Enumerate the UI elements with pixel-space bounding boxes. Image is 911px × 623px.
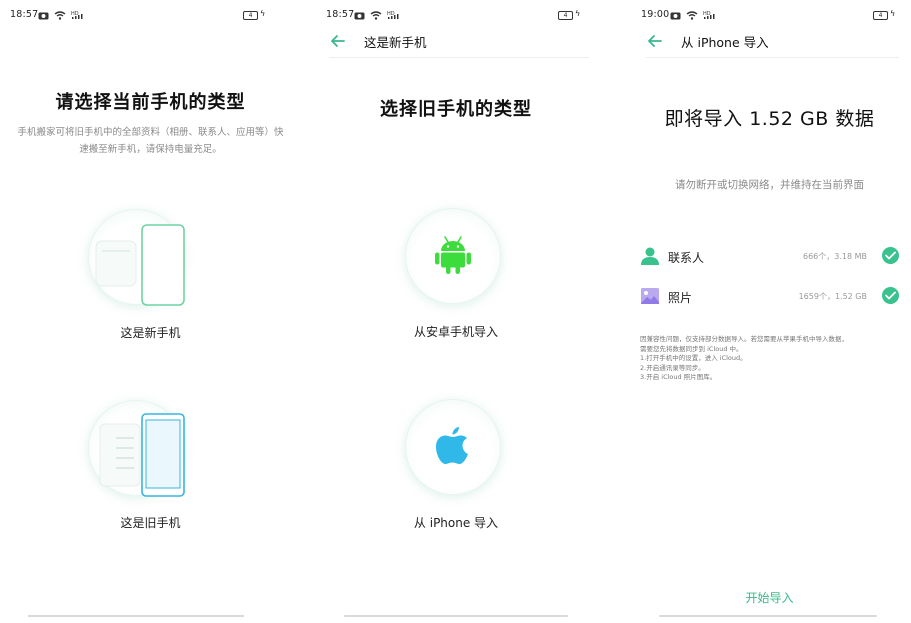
photos-icon xyxy=(641,288,659,304)
import-notes: 因兼容性问题，仅支持部分数据导入。若您需要从苹果手机中导入数据， 需要您先将数据… xyxy=(640,335,897,383)
page-description: 手机搬家可将旧手机中的全部资料（相册、联系人、应用等）快速搬至新手机，请保持电量… xyxy=(17,127,284,155)
app-bar-title: 从 iPhone 导入 xyxy=(681,35,769,50)
charging-icon: ϟ xyxy=(575,9,581,18)
network-hint: 请勿断开或切换网络，并维持在当前界面 xyxy=(675,179,864,191)
item-meta: 1659个，1.52 GB xyxy=(798,292,867,301)
svg-text:HD: HD xyxy=(703,11,711,17)
option-new-phone[interactable]: 这是新手机 xyxy=(0,205,301,345)
old-phone-icon xyxy=(99,413,185,497)
note-line: 2.开启通讯录等同步。 xyxy=(640,363,705,372)
app-bar: 从 iPhone 导入 xyxy=(628,30,911,56)
item-name: 照片 xyxy=(668,291,693,305)
check-icon[interactable] xyxy=(882,287,899,304)
page-title: 选择旧手机的类型 xyxy=(380,99,532,120)
back-arrow-icon[interactable] xyxy=(329,32,347,50)
svg-text:HD: HD xyxy=(71,11,79,17)
import-size-headline: 即将导入 1.52 GB 数据 xyxy=(664,108,875,130)
status-time: 18:57 xyxy=(10,9,39,20)
screen-select-old-phone-type: 18:57 HD 4 ϟ 这是新手机 选择旧手机的类型 从安卓手机导入 从 iP… xyxy=(311,0,601,623)
start-import-button[interactable]: 开始导入 xyxy=(628,589,911,606)
note-line: 3.开启 iCloud 照片图库。 xyxy=(640,373,717,381)
home-indicator[interactable] xyxy=(344,615,568,617)
status-bar: 18:57 HD 4 ϟ xyxy=(0,9,301,23)
option-old-phone[interactable]: 这是旧手机 xyxy=(0,396,301,536)
divider xyxy=(329,57,589,58)
status-bar: 18:57 HD 4 ϟ xyxy=(311,9,601,23)
item-meta: 666个，3.18 MB xyxy=(802,252,867,261)
camera-icon xyxy=(354,12,365,19)
item-name: 联系人 xyxy=(668,251,705,265)
app-bar-title: 这是新手机 xyxy=(364,35,427,50)
wifi-icon xyxy=(54,10,66,20)
hd-signal-icon: HD xyxy=(71,11,83,19)
new-phone-icon xyxy=(95,224,185,306)
screen-import-from-iphone: 19:00 HD 4 ϟ 从 iPhone 导入 即将导入 1.52 GB 数据… xyxy=(628,0,911,623)
home-indicator[interactable] xyxy=(28,615,244,617)
option-old-phone-label: 这是旧手机 xyxy=(120,516,181,530)
contacts-icon xyxy=(641,247,659,265)
hd-signal-icon: HD xyxy=(703,11,715,19)
list-item-photos[interactable]: 照片 1659个，1.52 GB xyxy=(640,286,899,310)
app-bar: 这是新手机 xyxy=(311,30,601,56)
option-import-android-label: 从安卓手机导入 xyxy=(413,325,498,339)
note-line: 1.打开手机中的设置，进入 iCloud。 xyxy=(640,354,747,362)
option-new-phone-label: 这是新手机 xyxy=(120,326,181,340)
check-icon[interactable] xyxy=(882,247,899,264)
android-icon xyxy=(435,236,471,274)
status-bar: 19:00 HD 4 ϟ xyxy=(628,9,911,23)
divider xyxy=(646,57,899,58)
wifi-icon xyxy=(370,10,382,20)
battery-icon: 4 xyxy=(243,11,258,20)
battery-icon: 4 xyxy=(558,11,573,20)
note-line: 因兼容性问题，仅支持部分数据导入。若您需要从苹果手机中导入数据， xyxy=(640,335,848,343)
svg-text:HD: HD xyxy=(387,11,395,17)
charging-icon: ϟ xyxy=(890,9,896,18)
status-time: 18:57 xyxy=(326,9,355,20)
list-item-contacts[interactable]: 联系人 666个，3.18 MB xyxy=(640,246,899,270)
battery-icon: 4 xyxy=(873,11,888,20)
status-time: 19:00 xyxy=(641,9,670,20)
camera-icon xyxy=(38,12,49,19)
option-import-android[interactable]: 从安卓手机导入 xyxy=(311,205,601,345)
note-line: 需要您先将数据同步到 iCloud 中。 xyxy=(640,344,743,353)
screen-select-current-phone: 18:57 HD 4 ϟ 请选择当前手机的类型 手机搬家可将旧手机中的全部资料（… xyxy=(0,0,301,623)
back-arrow-icon[interactable] xyxy=(646,32,664,50)
page-title: 请选择当前手机的类型 xyxy=(55,92,246,113)
hd-signal-icon: HD xyxy=(387,11,399,19)
camera-icon xyxy=(670,12,681,19)
home-indicator[interactable] xyxy=(659,615,877,617)
option-import-iphone-label: 从 iPhone 导入 xyxy=(413,516,499,530)
apple-icon xyxy=(436,427,468,464)
charging-icon: ϟ xyxy=(260,9,266,18)
option-import-iphone[interactable]: 从 iPhone 导入 xyxy=(311,396,601,536)
wifi-icon xyxy=(686,10,698,20)
